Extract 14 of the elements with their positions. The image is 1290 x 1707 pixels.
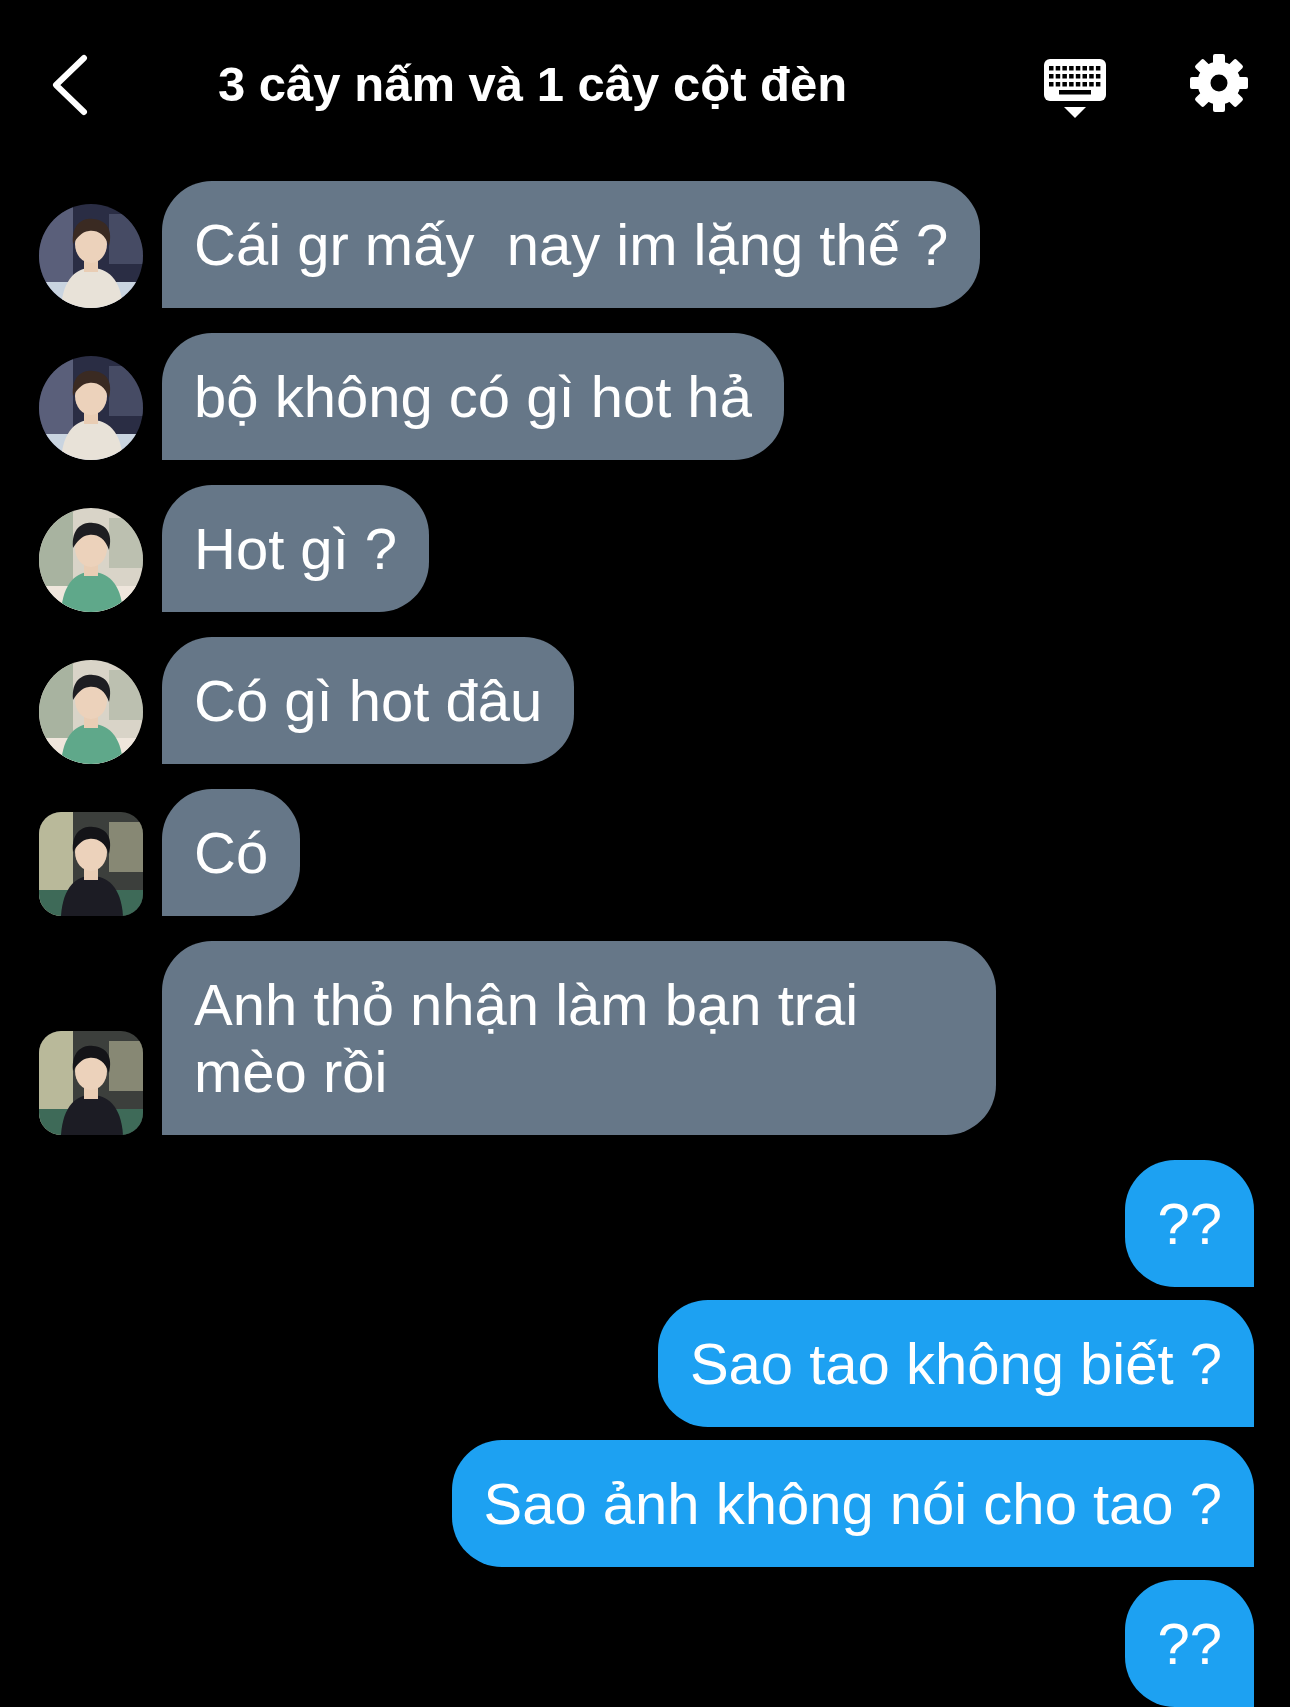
message-bubble: Có <box>162 789 301 916</box>
settings-icon[interactable] <box>1190 54 1248 112</box>
message-bubble: Anh thỏ nhận làm bạn trai mèo rồi <box>162 941 996 1135</box>
message-bubble: Sao ảnh không nói cho tao ? <box>451 1440 1254 1567</box>
message-bubble: ?? <box>1125 1580 1254 1707</box>
message-bubble: bộ không có gì hot hả <box>162 333 784 460</box>
message-bubble: Có gì hot đâu <box>162 637 575 764</box>
message-bubble: Sao tao không biết ? <box>657 1300 1254 1427</box>
back-icon[interactable] <box>50 54 88 116</box>
chat-title: 3 cây nấm và 1 cây cột đèn <box>218 56 849 112</box>
keyboard-icon[interactable] <box>1044 59 1106 119</box>
message-bubble: ?? <box>1125 1160 1254 1287</box>
message-bubble: Cái gr mấy nay im lặng thế ? <box>162 181 981 308</box>
message-bubble: Hot gì ? <box>162 485 430 612</box>
